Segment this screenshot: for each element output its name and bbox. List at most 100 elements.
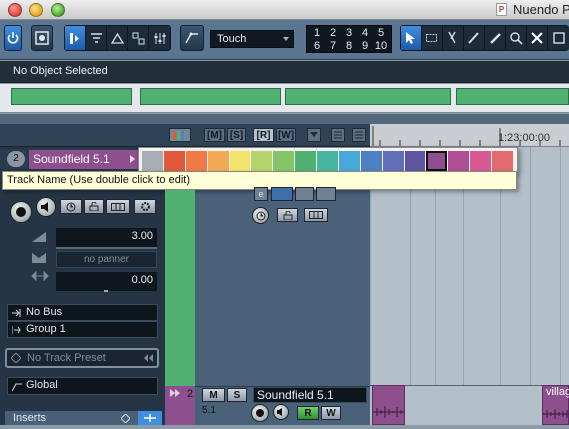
- show-write-button[interactable]: [W]: [276, 128, 296, 142]
- colour-swatch[interactable]: [207, 151, 229, 171]
- lanes-button[interactable]: [271, 187, 293, 201]
- record-enable-button[interactable]: [10, 201, 32, 223]
- lanes-inspector-button[interactable]: [106, 199, 130, 214]
- colour-swatch[interactable]: [317, 151, 338, 171]
- overview-part[interactable]: [456, 88, 569, 105]
- range-selection-tool[interactable]: [422, 26, 443, 50]
- locator-5[interactable]: 5: [373, 27, 389, 40]
- show-overview-button[interactable]: [107, 26, 128, 50]
- colour-swatch[interactable]: [295, 151, 316, 171]
- locator-2[interactable]: 2: [325, 27, 341, 40]
- write-automation-button[interactable]: W: [321, 406, 341, 420]
- delay-slider-handle[interactable]: [104, 290, 108, 292]
- automation-mode-select[interactable]: Touch: [210, 30, 294, 48]
- inserts-section[interactable]: Inserts: [5, 411, 138, 425]
- mute-tool[interactable]: [527, 26, 548, 50]
- mute-button[interactable]: M: [202, 388, 225, 402]
- lane-display-button[interactable]: [304, 208, 328, 222]
- marker-locator-grid[interactable]: 1 2 3 4 5 6 7 8 9 10: [306, 25, 392, 53]
- volume-value[interactable]: 3.00: [56, 228, 157, 247]
- colour-swatch[interactable]: [426, 151, 448, 171]
- time-warp-tool[interactable]: [548, 26, 569, 50]
- lock-inspector-button[interactable]: [84, 199, 104, 214]
- track-preset-field[interactable]: No Track Preset: [5, 348, 159, 368]
- edit-channel-button[interactable]: e: [254, 187, 268, 201]
- locator-9[interactable]: 9: [357, 40, 373, 53]
- read-automation-button[interactable]: R: [297, 406, 319, 420]
- volume-slider-track[interactable]: [56, 247, 157, 249]
- track-settings-button[interactable]: [295, 187, 314, 201]
- constrain-delay-button[interactable]: [31, 25, 53, 51]
- locator-8[interactable]: 8: [341, 40, 357, 53]
- zoom-tool[interactable]: [506, 26, 527, 50]
- timebase-inspector-button[interactable]: [60, 199, 82, 214]
- timeline-ruler[interactable]: 1:23:00:00: [370, 124, 569, 147]
- audio-event[interactable]: villag: [542, 385, 569, 425]
- glue-tool[interactable]: [464, 26, 485, 50]
- erase-tool[interactable]: [485, 26, 506, 50]
- locator-10[interactable]: 10: [373, 40, 389, 53]
- audio-event[interactable]: [372, 385, 405, 425]
- colour-swatch[interactable]: [338, 151, 360, 171]
- colour-swatch[interactable]: [185, 151, 207, 171]
- zoom-window-button[interactable]: [51, 3, 65, 17]
- overview-part[interactable]: [140, 88, 281, 105]
- locator-1[interactable]: 1: [309, 27, 325, 40]
- colour-swatch[interactable]: [360, 151, 382, 171]
- panner-field[interactable]: no panner: [56, 251, 157, 268]
- locator-4[interactable]: 4: [357, 27, 373, 40]
- colour-swatch[interactable]: [448, 151, 470, 171]
- colour-swatch[interactable]: [404, 151, 426, 171]
- split-tool[interactable]: [443, 26, 464, 50]
- track-record-button[interactable]: [251, 404, 269, 422]
- monitor-button[interactable]: [36, 197, 56, 217]
- show-mixer-button[interactable]: [149, 26, 170, 50]
- show-inspector-button[interactable]: [65, 26, 86, 50]
- track-list-name-field[interactable]: Soundfield 5.1: [253, 387, 367, 403]
- solo-button[interactable]: S: [227, 388, 247, 402]
- project-overview[interactable]: [0, 84, 569, 113]
- overview-part[interactable]: [11, 88, 132, 105]
- activate-project-button[interactable]: [4, 25, 22, 51]
- colour-swatch[interactable]: [492, 151, 513, 171]
- expand-tracks-button[interactable]: [352, 128, 366, 142]
- track-name-field[interactable]: Soundfield 5.1: [29, 150, 138, 169]
- edit-instrument-button[interactable]: [134, 199, 156, 214]
- colour-swatch[interactable]: [251, 151, 273, 171]
- track-colour-strip: [165, 190, 195, 386]
- folder-button[interactable]: [316, 187, 336, 201]
- show-infoline-button[interactable]: [86, 26, 107, 50]
- collapse-tracks-button[interactable]: [331, 128, 345, 142]
- inserts-label: Inserts: [13, 412, 47, 424]
- split-icon: [448, 31, 456, 44]
- overview-part[interactable]: [285, 88, 451, 105]
- lock-button[interactable]: [277, 208, 298, 222]
- colour-swatch[interactable]: [470, 151, 491, 171]
- track-monitor-button[interactable]: [273, 404, 289, 420]
- colour-swatch[interactable]: [273, 151, 295, 171]
- minimize-window-button[interactable]: [29, 3, 43, 17]
- track-settings-dropdown[interactable]: [307, 128, 321, 142]
- locator-7[interactable]: 7: [325, 40, 341, 53]
- colour-swatch[interactable]: [163, 151, 185, 171]
- track-colour-button[interactable]: [169, 128, 191, 142]
- colour-swatch[interactable]: [382, 151, 404, 171]
- global-section[interactable]: Global: [7, 377, 158, 395]
- output-routing[interactable]: No Bus: [7, 304, 158, 321]
- colour-swatch[interactable]: [229, 151, 251, 171]
- group-routing[interactable]: Group 1: [7, 321, 158, 338]
- show-pool-button[interactable]: [128, 26, 149, 50]
- close-window-button[interactable]: [8, 3, 22, 17]
- expand-track-icon[interactable]: [170, 389, 180, 397]
- inserts-bypass-button[interactable]: [138, 411, 162, 425]
- show-read-button[interactable]: [R]: [253, 128, 274, 142]
- locator-3[interactable]: 3: [341, 27, 357, 40]
- show-mute-button[interactable]: [M]: [204, 128, 225, 142]
- locator-6[interactable]: 6: [309, 40, 325, 53]
- delay-value[interactable]: 0.00: [56, 272, 157, 291]
- automation-mode-button[interactable]: [180, 25, 204, 51]
- colour-swatch[interactable]: [142, 151, 163, 171]
- timebase-button[interactable]: [252, 207, 269, 224]
- object-selection-tool[interactable]: [401, 26, 422, 50]
- show-solo-button[interactable]: [S]: [227, 128, 246, 142]
